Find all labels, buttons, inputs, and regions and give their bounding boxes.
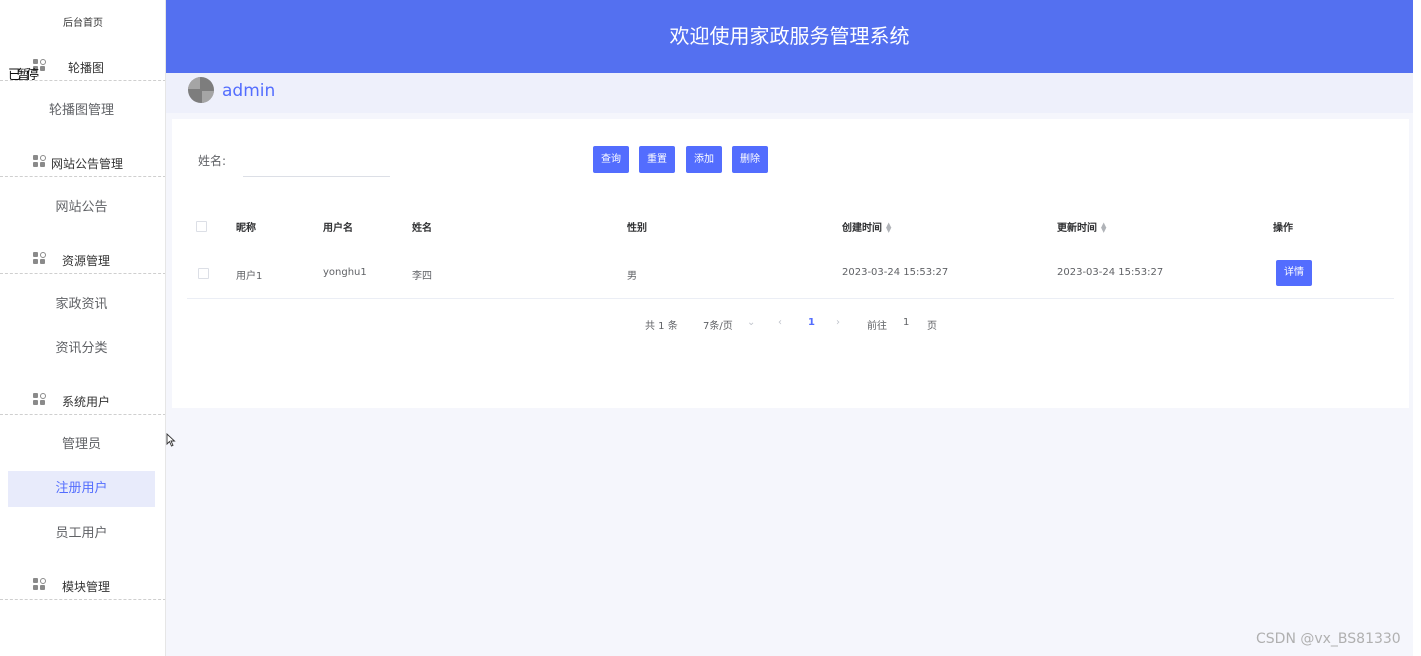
next-page-icon[interactable]: › [836, 317, 840, 328]
column-header-name: 姓名 [412, 223, 432, 234]
sidebar-item-news[interactable]: 家政资讯 [8, 287, 155, 323]
paused-overlay-text: 已暂停 [8, 68, 39, 83]
sidebar-group-label: 网站公告管理 [51, 157, 124, 171]
page-title: 欢迎使用家政服务管理系统 [669, 24, 910, 48]
column-header-label: 创建时间 [842, 223, 882, 234]
sidebar-item-registered-users[interactable]: 注册用户 [8, 471, 155, 507]
column-header-gender: 性别 [627, 223, 647, 234]
sidebar-group-label: 轮播图 [68, 61, 105, 75]
sidebar-item-staff-users[interactable]: 员工用户 [8, 516, 155, 552]
add-button[interactable]: 添加 [686, 146, 722, 173]
cell-updated: 2023-03-24 15:53:27 [1057, 267, 1164, 278]
sidebar-group-label: 资源管理 [62, 254, 111, 268]
page-header: 欢迎使用家政服务管理系统 [166, 0, 1413, 73]
column-header-actions: 操作 [1273, 223, 1293, 234]
delete-button[interactable]: 删除 [732, 146, 768, 173]
column-header-updated[interactable]: 更新时间 ▲ ▼ [1057, 219, 1106, 235]
menu-grid-icon [33, 578, 46, 591]
avatar[interactable] [188, 77, 214, 103]
mouse-cursor-icon [166, 433, 176, 447]
search-label: 姓名: [198, 154, 227, 168]
scrollbar[interactable] [1413, 0, 1421, 656]
column-header-username: 用户名 [323, 223, 353, 234]
username[interactable]: admin [222, 81, 275, 101]
name-search-input[interactable] [243, 146, 390, 177]
column-header-nickname: 昵称 [236, 223, 256, 234]
cell-nickname: 用户1 [236, 271, 263, 282]
menu-grid-icon [33, 252, 46, 265]
prev-page-icon[interactable]: ‹ [778, 317, 782, 328]
cell-name: 李四 [412, 271, 432, 282]
column-header-created[interactable]: 创建时间 ▲ ▼ [842, 219, 891, 235]
cell-username: yonghu1 [323, 267, 367, 278]
watermark: CSDN @vx_BS81330 [1256, 631, 1401, 647]
menu-grid-icon [33, 155, 46, 168]
sidebar-group-resource[interactable]: 资源管理 [0, 244, 165, 274]
reset-button[interactable]: 重置 [639, 146, 675, 173]
sort-icon[interactable]: ▲ ▼ [886, 222, 891, 234]
sort-icon[interactable]: ▲ ▼ [1101, 222, 1106, 234]
chevron-down-icon[interactable]: ⌄ [747, 317, 755, 328]
page-unit-label: 页 [927, 321, 937, 332]
sidebar-group-system-users[interactable]: 系统用户 [0, 385, 165, 415]
goto-label: 前往 [867, 321, 887, 332]
cell-created: 2023-03-24 15:53:27 [842, 267, 949, 278]
sidebar-item-admin[interactable]: 管理员 [8, 427, 155, 463]
row-checkbox[interactable] [198, 268, 209, 279]
pagination-total: 共 1 条 [645, 321, 678, 332]
main-panel: 姓名: 查询 重置 添加 删除 昵称 用户名 姓名 性别 创建时间 ▲ ▼ 更新时间… [172, 119, 1409, 408]
sidebar-item-carousel-manage[interactable]: 轮播图管理 [8, 93, 155, 129]
query-button[interactable]: 查询 [593, 146, 629, 173]
sidebar-item-notice[interactable]: 网站公告 [8, 190, 155, 226]
user-bar: admin [166, 73, 1413, 113]
sidebar-group-label: 系统用户 [62, 395, 111, 409]
page-number-current[interactable]: 1 [808, 317, 815, 328]
sidebar-item-news-category[interactable]: 资讯分类 [8, 331, 155, 367]
column-header-label: 更新时间 [1057, 223, 1097, 234]
page-size-select[interactable]: 7条/页 [703, 317, 733, 332]
row-divider [187, 298, 1394, 299]
sidebar-group-label: 模块管理 [62, 580, 111, 594]
sidebar-group-notice[interactable]: 网站公告管理 [0, 147, 165, 177]
sidebar-group-modules[interactable]: 模块管理 [0, 570, 165, 600]
goto-page-input[interactable]: 1 [903, 317, 909, 328]
menu-grid-icon [33, 393, 46, 406]
cell-gender: 男 [627, 271, 637, 282]
detail-button[interactable]: 详情 [1276, 260, 1312, 286]
sidebar: 后台首页 轮播图 已暂停 轮播图管理 网站公告管理 网站公告 资源管理 家政资讯… [0, 0, 166, 656]
sidebar-home[interactable]: 后台首页 [0, 14, 165, 29]
select-all-checkbox[interactable] [196, 221, 207, 232]
